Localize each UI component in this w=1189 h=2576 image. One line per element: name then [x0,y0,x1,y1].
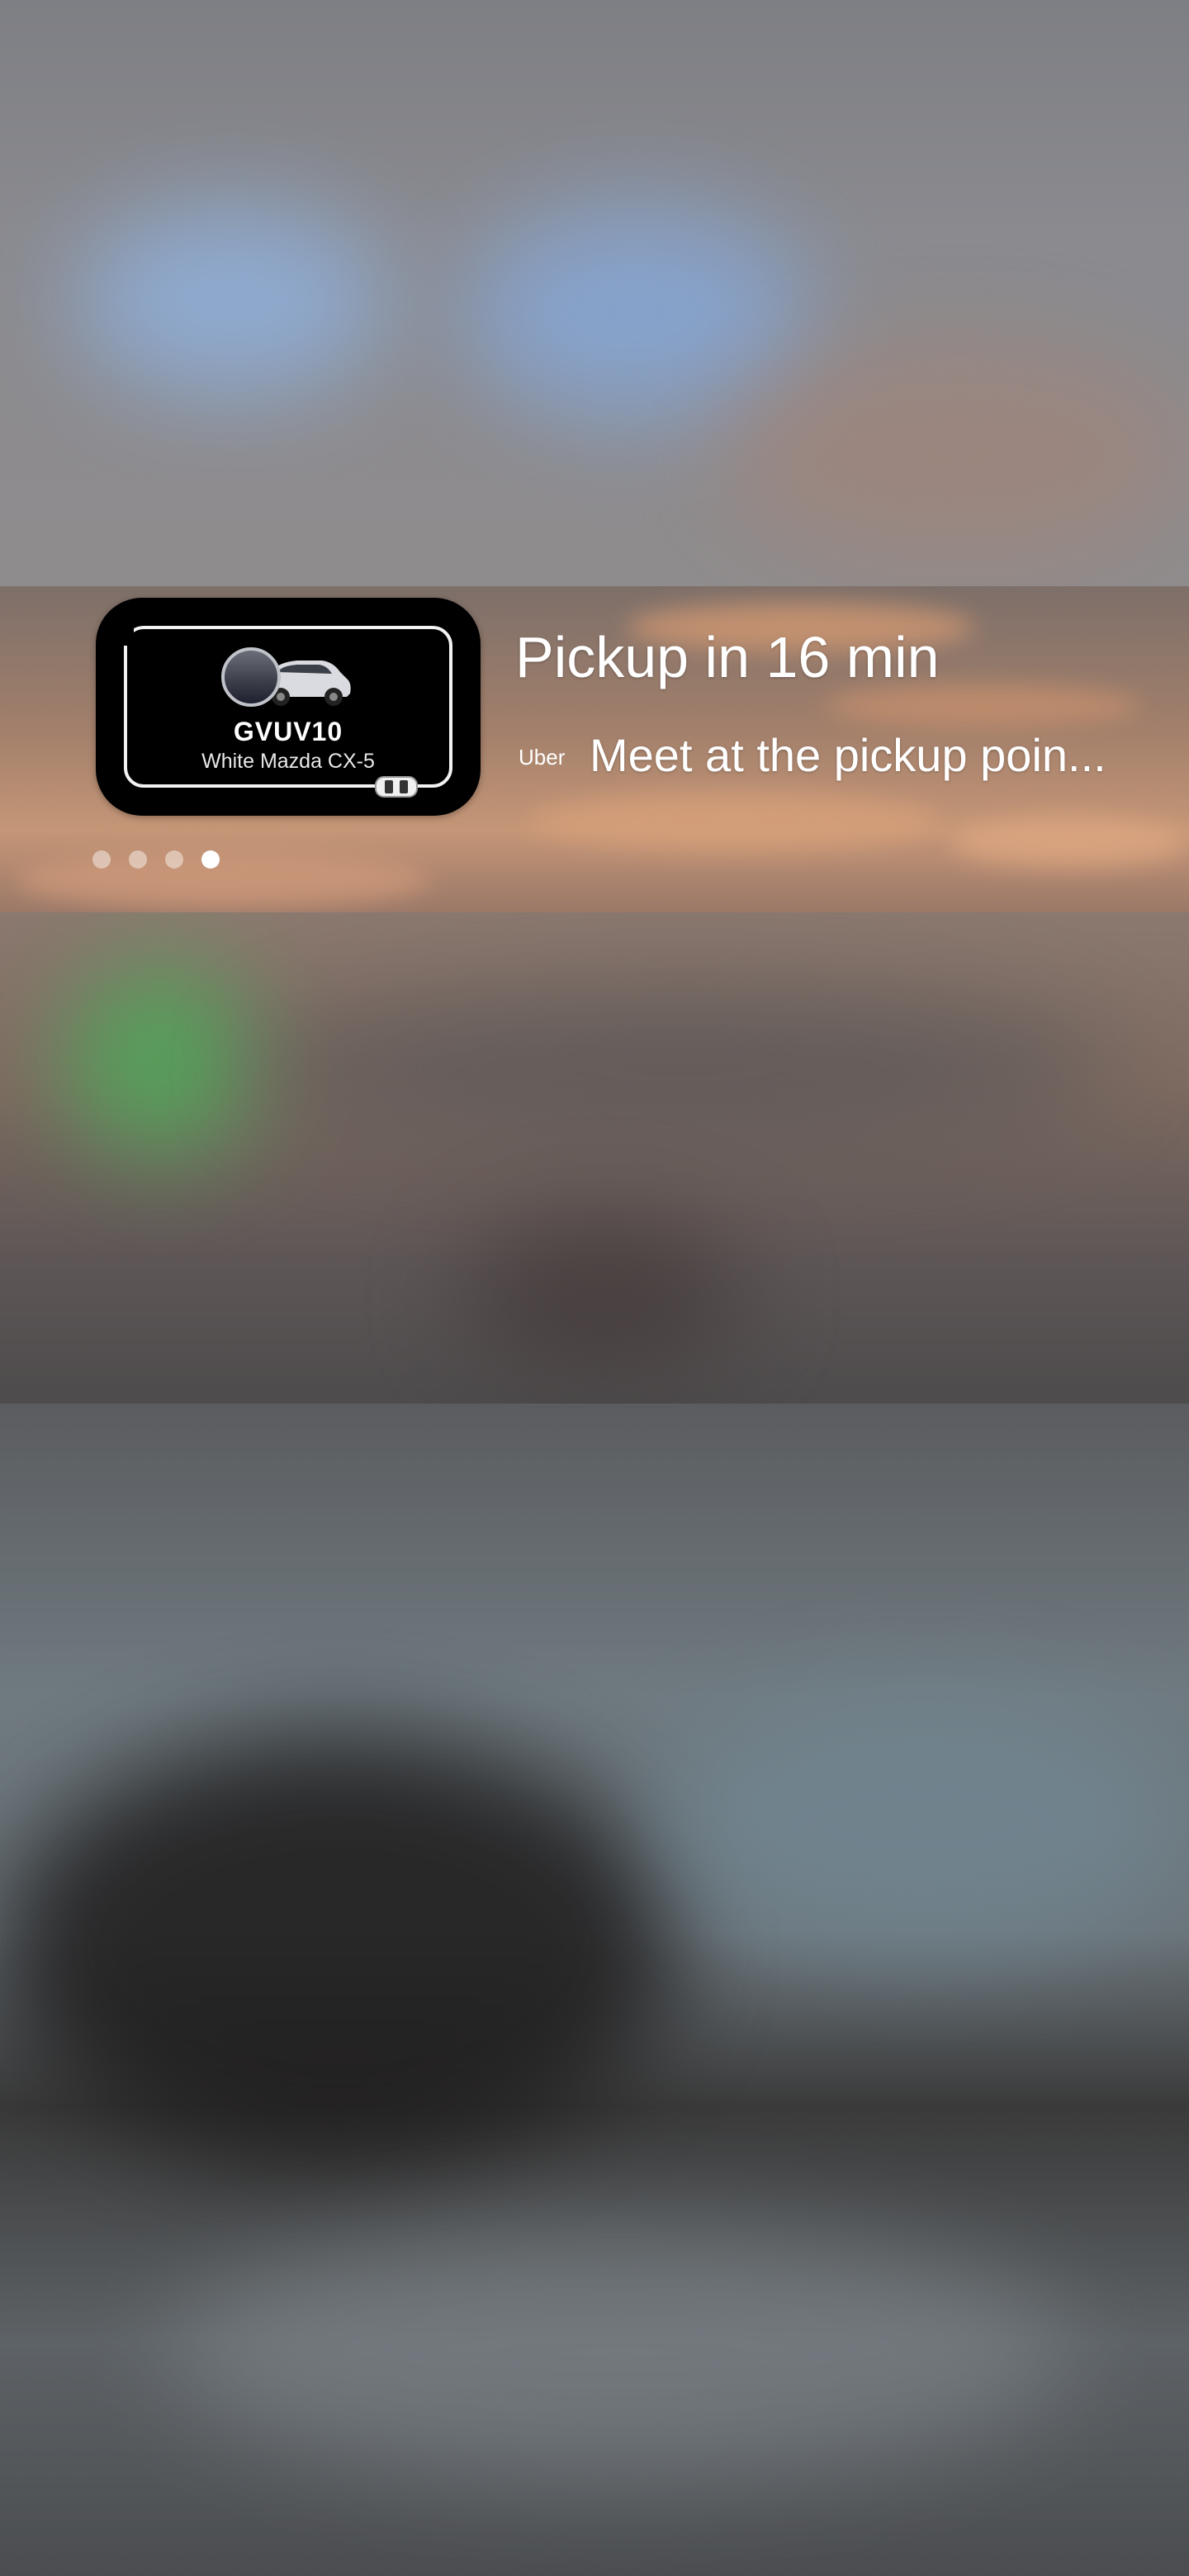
sky-cloud [826,685,1139,727]
blurred-shape [248,991,1115,1148]
license-plate: GVUV10 [233,717,343,746]
sky-cloud [528,793,941,850]
blurred-shape [74,206,388,396]
sky-cloud [17,850,429,908]
page-indicator-dot[interactable] [129,850,147,869]
driver-avatar [221,647,281,707]
lock-screen: GVUV10 White Mazda CX-5 Pickup in 16 min… [0,0,1189,2576]
blurred-shape [727,347,1189,561]
blurred-shape [462,206,809,421]
uber-live-activity-notification[interactable]: GVUV10 White Mazda CX-5 Pickup in 16 min… [0,586,1189,912]
route-track-gap [119,618,134,646]
blurred-shape [165,2229,1073,2477]
notification-subtitle: Meet at the pickup poin... [590,729,1106,781]
blurred-shape [0,1734,677,2163]
app-name-label: Uber [519,745,566,769]
page-indicator-dot[interactable] [92,850,111,869]
notification-title: Pickup in 16 min [515,625,940,689]
blurred-shape [661,1693,1189,1957]
page-indicator-dot-active[interactable] [201,850,220,869]
blurred-shape [66,966,256,1156]
sky-cloud [950,817,1189,867]
blurred-shape [462,1222,743,1371]
car-progress-icon [375,776,418,798]
driver-vehicle-card[interactable]: GVUV10 White Mazda CX-5 [96,598,481,816]
page-indicator-dot[interactable] [165,850,183,869]
vehicle-model: White Mazda CX-5 [201,750,375,773]
page-indicator[interactable] [92,850,220,869]
